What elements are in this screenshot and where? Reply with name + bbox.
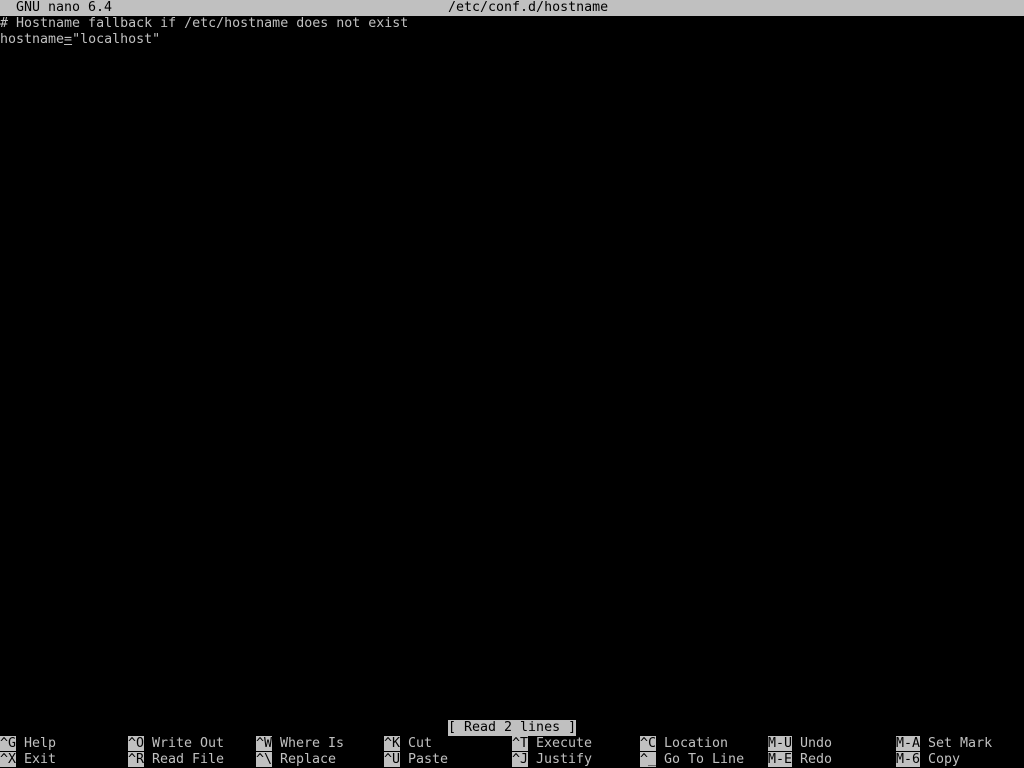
shortcut-key: ^G: [0, 736, 17, 751]
app-version: GNU nano 6.4: [16, 0, 113, 15]
shortcut-key: ^W: [256, 736, 273, 751]
shortcut-key: ^X: [0, 752, 17, 767]
shortcut-exit[interactable]: ^X Exit: [0, 752, 56, 768]
shortcut-label: Exit: [24, 752, 57, 767]
shortcut-key: M-E: [768, 752, 793, 767]
shortcut-label: Justify: [536, 752, 593, 767]
shortcut-justify[interactable]: ^J Justify: [512, 752, 592, 768]
shortcut-label: Write Out: [152, 736, 225, 751]
shortcut-key: ^\: [256, 752, 273, 767]
editor-area[interactable]: # Hostname fallback if /etc/hostname doe…: [0, 16, 1024, 720]
shortcut-redo[interactable]: M-E Redo: [768, 752, 832, 768]
shortcut-undo[interactable]: M-U Undo: [768, 736, 832, 752]
shortcut-write-out[interactable]: ^O Write Out: [128, 736, 224, 752]
shortcut-execute[interactable]: ^T Execute: [512, 736, 592, 752]
shortcut-read-file[interactable]: ^R Read File: [128, 752, 224, 768]
editor-text: "localhost": [72, 32, 161, 47]
shortcut-key: M-6: [896, 752, 921, 767]
shortcut-key: ^J: [512, 752, 529, 767]
shortcut-replace[interactable]: ^\ Replace: [256, 752, 336, 768]
shortcut-paste[interactable]: ^U Paste: [384, 752, 448, 768]
shortcut-label: Replace: [280, 752, 337, 767]
shortcut-key: ^C: [640, 736, 657, 751]
title-bar: GNU nano 6.4 /etc/conf.d/hostname: [0, 0, 1024, 16]
editor-line-1[interactable]: # Hostname fallback if /etc/hostname doe…: [0, 16, 408, 32]
shortcut-key: M-A: [896, 736, 921, 751]
shortcut-location[interactable]: ^C Location: [640, 736, 728, 752]
shortcut-label: Cut: [408, 736, 433, 751]
shortcut-label: Paste: [408, 752, 449, 767]
shortcut-key: ^O: [128, 736, 145, 751]
shortcut-label: Copy: [928, 752, 961, 767]
shortcut-key: ^K: [384, 736, 401, 751]
shortcut-key: ^_: [640, 752, 657, 767]
shortcut-copy[interactable]: M-6 Copy: [896, 752, 960, 768]
shortcut-key: ^R: [128, 752, 145, 767]
shortcut-label: Help: [24, 736, 57, 751]
shortcut-set-mark[interactable]: M-A Set Mark: [896, 736, 992, 752]
shortcut-key: ^T: [512, 736, 529, 751]
shortcut-label: Redo: [800, 752, 833, 767]
status-message: [ Read 2 lines ]: [448, 720, 577, 736]
shortcut-key: ^U: [384, 752, 401, 767]
editor-line-2[interactable]: hostname="localhost": [0, 32, 160, 48]
shortcut-go-to-line[interactable]: ^_ Go To Line: [640, 752, 744, 768]
text-cursor: =: [64, 32, 73, 47]
shortcut-cut[interactable]: ^K Cut: [384, 736, 432, 752]
shortcut-help[interactable]: ^G Help: [0, 736, 56, 752]
shortcut-key: M-U: [768, 736, 793, 751]
shortcut-label: Go To Line: [664, 752, 745, 767]
shortcut-label: Set Mark: [928, 736, 993, 751]
shortcut-label: Execute: [536, 736, 593, 751]
status-bar: [ Read 2 lines ]: [0, 720, 1024, 736]
file-path: /etc/conf.d/hostname: [448, 0, 609, 15]
shortcut-label: Read File: [152, 752, 225, 767]
shortcut-label: Location: [664, 736, 729, 751]
shortcut-where-is[interactable]: ^W Where Is: [256, 736, 344, 752]
shortcut-label: Where Is: [280, 736, 345, 751]
shortcut-label: Undo: [800, 736, 833, 751]
editor-text: hostname: [0, 32, 65, 47]
